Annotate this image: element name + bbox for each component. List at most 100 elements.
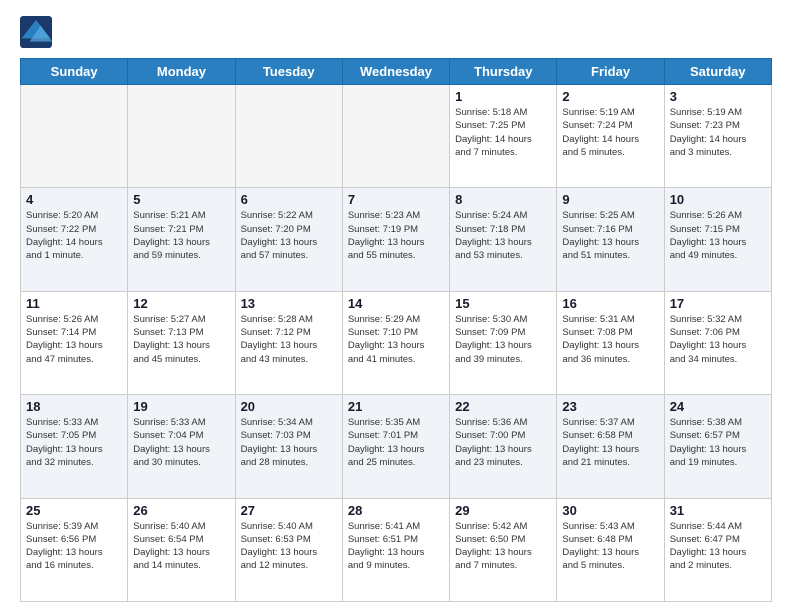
calendar-day-26: 26 Sunrise: 5:40 AM Sunset: 6:54 PM Dayli… bbox=[128, 498, 235, 601]
calendar-empty bbox=[21, 85, 128, 188]
calendar-empty bbox=[342, 85, 449, 188]
calendar-day-5: 5 Sunrise: 5:21 AM Sunset: 7:21 PM Daylig… bbox=[128, 188, 235, 291]
calendar-day-29: 29Sunrise: 5:42 AM Sunset: 6:50 PM Dayli… bbox=[450, 498, 557, 601]
day-number: 11 bbox=[26, 296, 122, 311]
day-info: Sunrise: 5:38 AM Sunset: 6:57 PM Dayligh… bbox=[670, 416, 766, 469]
day-info: Sunrise: 5:42 AM Sunset: 6:50 PM Dayligh… bbox=[455, 520, 551, 573]
day-number: 22 bbox=[455, 399, 551, 414]
day-number: 1 bbox=[455, 89, 551, 104]
calendar-day-13: 13 Sunrise: 5:28 AM Sunset: 7:12 PM Dayli… bbox=[235, 291, 342, 394]
calendar-day-25: 25Sunrise: 5:39 AM Sunset: 6:56 PM Dayli… bbox=[21, 498, 128, 601]
day-number: 18 bbox=[26, 399, 122, 414]
day-info: Sunrise: 5:26 AM Sunset: 7:15 PM Dayligh… bbox=[670, 209, 766, 262]
calendar-day-1: 1 Sunrise: 5:18 AM Sunset: 7:25 PM Daylig… bbox=[450, 85, 557, 188]
day-info: Sunrise: 5:28 AM Sunset: 7:12 PM Dayligh… bbox=[241, 313, 337, 366]
day-info: Sunrise: 5:31 AM Sunset: 7:08 PM Dayligh… bbox=[562, 313, 658, 366]
day-number: 6 bbox=[241, 192, 337, 207]
calendar-day-31: 31Sunrise: 5:44 AM Sunset: 6:47 PM Dayli… bbox=[664, 498, 771, 601]
day-number: 30 bbox=[562, 503, 658, 518]
day-info: Sunrise: 5:34 AM Sunset: 7:03 PM Dayligh… bbox=[241, 416, 337, 469]
day-info: Sunrise: 5:37 AM Sunset: 6:58 PM Dayligh… bbox=[562, 416, 658, 469]
calendar-day-3: 3 Sunrise: 5:19 AM Sunset: 7:23 PM Daylig… bbox=[664, 85, 771, 188]
weekday-header-sunday: Sunday bbox=[21, 59, 128, 85]
calendar-day-24: 24 Sunrise: 5:38 AM Sunset: 6:57 PM Dayli… bbox=[664, 395, 771, 498]
calendar-week-3: 11 Sunrise: 5:26 AM Sunset: 7:14 PM Dayli… bbox=[21, 291, 772, 394]
day-info: Sunrise: 5:40 AM Sunset: 6:54 PM Dayligh… bbox=[133, 520, 229, 573]
day-number: 13 bbox=[241, 296, 337, 311]
calendar-day-18: 18 Sunrise: 5:33 AM Sunset: 7:05 PM Dayli… bbox=[21, 395, 128, 498]
calendar-day-10: 10 Sunrise: 5:26 AM Sunset: 7:15 PM Dayli… bbox=[664, 188, 771, 291]
calendar-day-6: 6 Sunrise: 5:22 AM Sunset: 7:20 PM Daylig… bbox=[235, 188, 342, 291]
calendar-empty bbox=[128, 85, 235, 188]
day-number: 15 bbox=[455, 296, 551, 311]
day-info: Sunrise: 5:33 AM Sunset: 7:04 PM Dayligh… bbox=[133, 416, 229, 469]
calendar-day-23: 23 Sunrise: 5:37 AM Sunset: 6:58 PM Dayli… bbox=[557, 395, 664, 498]
day-number: 26 bbox=[133, 503, 229, 518]
day-info: Sunrise: 5:24 AM Sunset: 7:18 PM Dayligh… bbox=[455, 209, 551, 262]
calendar-day-22: 22 Sunrise: 5:36 AM Sunset: 7:00 PM Dayli… bbox=[450, 395, 557, 498]
day-number: 16 bbox=[562, 296, 658, 311]
weekday-header-tuesday: Tuesday bbox=[235, 59, 342, 85]
day-number: 21 bbox=[348, 399, 444, 414]
day-number: 8 bbox=[455, 192, 551, 207]
day-info: Sunrise: 5:21 AM Sunset: 7:21 PM Dayligh… bbox=[133, 209, 229, 262]
day-info: Sunrise: 5:18 AM Sunset: 7:25 PM Dayligh… bbox=[455, 106, 551, 159]
calendar-day-9: 9Sunrise: 5:25 AM Sunset: 7:16 PM Daylig… bbox=[557, 188, 664, 291]
day-info: Sunrise: 5:23 AM Sunset: 7:19 PM Dayligh… bbox=[348, 209, 444, 262]
day-number: 5 bbox=[133, 192, 229, 207]
calendar-day-17: 17 Sunrise: 5:32 AM Sunset: 7:06 PM Dayli… bbox=[664, 291, 771, 394]
day-info: Sunrise: 5:35 AM Sunset: 7:01 PM Dayligh… bbox=[348, 416, 444, 469]
weekday-header-wednesday: Wednesday bbox=[342, 59, 449, 85]
day-number: 17 bbox=[670, 296, 766, 311]
weekday-header-row: SundayMondayTuesdayWednesdayThursdayFrid… bbox=[21, 59, 772, 85]
calendar-table: SundayMondayTuesdayWednesdayThursdayFrid… bbox=[20, 58, 772, 602]
day-info: Sunrise: 5:43 AM Sunset: 6:48 PM Dayligh… bbox=[562, 520, 658, 573]
day-info: Sunrise: 5:19 AM Sunset: 7:23 PM Dayligh… bbox=[670, 106, 766, 159]
calendar-day-27: 27 Sunrise: 5:40 AM Sunset: 6:53 PM Dayli… bbox=[235, 498, 342, 601]
header bbox=[20, 16, 772, 48]
day-info: Sunrise: 5:19 AM Sunset: 7:24 PM Dayligh… bbox=[562, 106, 658, 159]
calendar-day-14: 14 Sunrise: 5:29 AM Sunset: 7:10 PM Dayli… bbox=[342, 291, 449, 394]
day-info: Sunrise: 5:27 AM Sunset: 7:13 PM Dayligh… bbox=[133, 313, 229, 366]
calendar-day-4: 4Sunrise: 5:20 AM Sunset: 7:22 PM Daylig… bbox=[21, 188, 128, 291]
day-info: Sunrise: 5:29 AM Sunset: 7:10 PM Dayligh… bbox=[348, 313, 444, 366]
calendar-week-2: 4Sunrise: 5:20 AM Sunset: 7:22 PM Daylig… bbox=[21, 188, 772, 291]
day-number: 24 bbox=[670, 399, 766, 414]
day-info: Sunrise: 5:41 AM Sunset: 6:51 PM Dayligh… bbox=[348, 520, 444, 573]
day-number: 20 bbox=[241, 399, 337, 414]
day-number: 10 bbox=[670, 192, 766, 207]
day-info: Sunrise: 5:36 AM Sunset: 7:00 PM Dayligh… bbox=[455, 416, 551, 469]
calendar-day-7: 7Sunrise: 5:23 AM Sunset: 7:19 PM Daylig… bbox=[342, 188, 449, 291]
logo bbox=[20, 16, 56, 48]
day-number: 25 bbox=[26, 503, 122, 518]
day-number: 3 bbox=[670, 89, 766, 104]
day-number: 23 bbox=[562, 399, 658, 414]
day-number: 14 bbox=[348, 296, 444, 311]
calendar-day-11: 11 Sunrise: 5:26 AM Sunset: 7:14 PM Dayli… bbox=[21, 291, 128, 394]
calendar-week-4: 18 Sunrise: 5:33 AM Sunset: 7:05 PM Dayli… bbox=[21, 395, 772, 498]
weekday-header-thursday: Thursday bbox=[450, 59, 557, 85]
day-info: Sunrise: 5:26 AM Sunset: 7:14 PM Dayligh… bbox=[26, 313, 122, 366]
day-number: 9 bbox=[562, 192, 658, 207]
day-number: 2 bbox=[562, 89, 658, 104]
day-info: Sunrise: 5:33 AM Sunset: 7:05 PM Dayligh… bbox=[26, 416, 122, 469]
calendar-day-20: 20 Sunrise: 5:34 AM Sunset: 7:03 PM Dayli… bbox=[235, 395, 342, 498]
calendar-day-28: 28 Sunrise: 5:41 AM Sunset: 6:51 PM Dayli… bbox=[342, 498, 449, 601]
day-number: 27 bbox=[241, 503, 337, 518]
calendar-day-2: 2 Sunrise: 5:19 AM Sunset: 7:24 PM Daylig… bbox=[557, 85, 664, 188]
calendar-day-16: 16 Sunrise: 5:31 AM Sunset: 7:08 PM Dayli… bbox=[557, 291, 664, 394]
day-info: Sunrise: 5:32 AM Sunset: 7:06 PM Dayligh… bbox=[670, 313, 766, 366]
day-number: 12 bbox=[133, 296, 229, 311]
day-number: 19 bbox=[133, 399, 229, 414]
calendar-day-19: 19 Sunrise: 5:33 AM Sunset: 7:04 PM Dayli… bbox=[128, 395, 235, 498]
day-number: 28 bbox=[348, 503, 444, 518]
calendar-day-21: 21 Sunrise: 5:35 AM Sunset: 7:01 PM Dayli… bbox=[342, 395, 449, 498]
page: SundayMondayTuesdayWednesdayThursdayFrid… bbox=[0, 0, 792, 612]
calendar-day-12: 12 Sunrise: 5:27 AM Sunset: 7:13 PM Dayli… bbox=[128, 291, 235, 394]
day-info: Sunrise: 5:30 AM Sunset: 7:09 PM Dayligh… bbox=[455, 313, 551, 366]
calendar-week-1: 1 Sunrise: 5:18 AM Sunset: 7:25 PM Daylig… bbox=[21, 85, 772, 188]
day-info: Sunrise: 5:44 AM Sunset: 6:47 PM Dayligh… bbox=[670, 520, 766, 573]
calendar-day-30: 30 Sunrise: 5:43 AM Sunset: 6:48 PM Dayli… bbox=[557, 498, 664, 601]
day-info: Sunrise: 5:40 AM Sunset: 6:53 PM Dayligh… bbox=[241, 520, 337, 573]
day-info: Sunrise: 5:22 AM Sunset: 7:20 PM Dayligh… bbox=[241, 209, 337, 262]
